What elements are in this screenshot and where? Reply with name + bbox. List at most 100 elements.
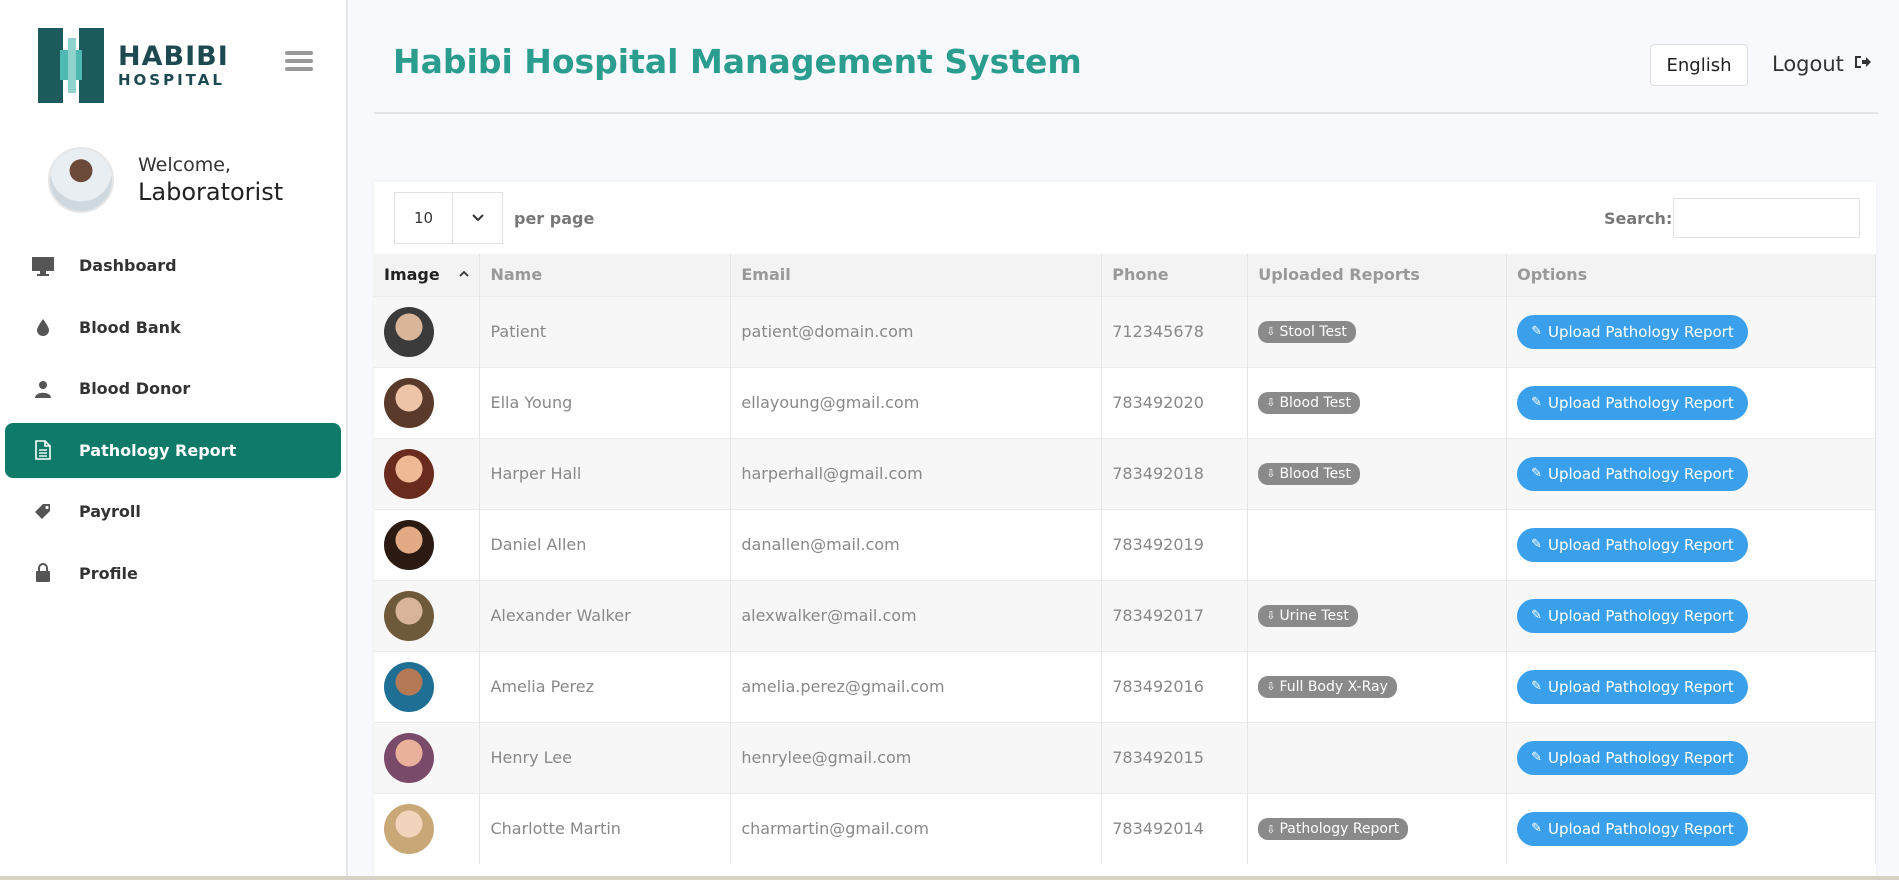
download-report-badge[interactable]: ⇩ Urine Test (1258, 604, 1358, 627)
hospital-logo[interactable]: HABIBI HOSPITAL (38, 28, 229, 103)
patient-avatar (384, 661, 434, 712)
table-row: Amelia Perez amelia.perez@gmail.com 7834… (374, 650, 1876, 722)
email-cell: ellayoung@gmail.com (730, 366, 1103, 438)
table-row: Harper Hall harperhall@gmail.com 7834920… (374, 437, 1876, 509)
image-cell (374, 437, 481, 509)
name-cell: Patient (479, 295, 732, 367)
options-cell: ✎ Upload Pathology Report (1506, 366, 1876, 438)
download-icon: ⇩ (1266, 467, 1276, 481)
logo-cross-icon (38, 28, 104, 103)
search-input[interactable] (1673, 198, 1860, 238)
reports-cell: ⇩ Urine Test (1247, 579, 1508, 651)
chevron-down-icon (453, 193, 502, 243)
sidebar-item-label: Profile (79, 563, 138, 583)
reports-cell: ⇩ Blood Test (1247, 366, 1508, 438)
upload-pathology-report-button[interactable]: ✎ Upload Pathology Report (1517, 669, 1748, 704)
column-header-image[interactable]: Image (374, 254, 481, 296)
tag-icon (29, 501, 57, 523)
patient-avatar (384, 803, 434, 854)
name-cell: Amelia Perez (479, 650, 732, 722)
sidebar-item-label: Blood Donor (79, 379, 191, 398)
document-icon (29, 439, 57, 461)
email-cell: harperhall@gmail.com (730, 437, 1103, 509)
upload-pathology-report-button[interactable]: ✎ Upload Pathology Report (1517, 527, 1748, 562)
search-label: Search: (1604, 209, 1673, 228)
upload-pathology-report-button[interactable]: ✎ Upload Pathology Report (1517, 740, 1748, 775)
menu-toggle-icon[interactable] (285, 51, 313, 71)
logout-button[interactable]: Logout (1772, 52, 1872, 76)
column-header-options[interactable]: Options (1506, 254, 1876, 296)
upload-pathology-report-button[interactable]: ✎ Upload Pathology Report (1517, 314, 1748, 349)
pencil-icon: ✎ (1531, 395, 1543, 410)
image-cell (374, 366, 481, 438)
per-page-select[interactable]: 10 (394, 192, 503, 244)
sidebar-item-blood-bank[interactable]: Blood Bank (5, 300, 341, 355)
name-cell: Charlotte Martin (479, 792, 732, 864)
language-button[interactable]: English (1650, 44, 1748, 86)
upload-pathology-report-button[interactable]: ✎ Upload Pathology Report (1517, 811, 1748, 846)
options-cell: ✎ Upload Pathology Report (1506, 792, 1876, 864)
logo-line2: HOSPITAL (118, 71, 225, 89)
download-report-badge[interactable]: ⇩ Pathology Report (1258, 818, 1409, 840)
table-row: Patient patient@domain.com 712345678 ⇩ St… (374, 295, 1876, 367)
sign-out-icon (1854, 54, 1872, 75)
download-icon: ⇩ (1266, 325, 1276, 339)
image-cell (374, 721, 481, 793)
download-icon: ⇩ (1266, 680, 1276, 694)
column-header-email[interactable]: Email (730, 254, 1103, 296)
sidebar-item-blood-donor[interactable]: Blood Donor (5, 361, 341, 416)
download-report-badge[interactable]: ⇩ Blood Test (1258, 462, 1360, 485)
reports-cell: ⇩ Stool Test (1247, 295, 1508, 367)
column-header-phone[interactable]: Phone (1101, 254, 1249, 296)
upload-pathology-report-button[interactable]: ✎ Upload Pathology Report (1517, 456, 1748, 491)
name-cell: Ella Young (479, 366, 732, 438)
image-cell (374, 579, 481, 651)
image-cell (374, 508, 481, 580)
upload-pathology-report-button[interactable]: ✎ Upload Pathology Report (1517, 598, 1748, 633)
table-row: Alexander Walker alexwalker@mail.com 783… (374, 579, 1876, 651)
name-cell: Alexander Walker (479, 579, 732, 651)
sidebar-item-pathology-report[interactable]: Pathology Report (5, 422, 341, 478)
table-row: Henry Lee henrylee@gmail.com 783492015 ✎… (374, 721, 1876, 793)
options-cell: ✎ Upload Pathology Report (1506, 437, 1876, 509)
reports-cell: ⇩ Pathology Report (1247, 792, 1508, 864)
user-block: Welcome, Laboratorist (48, 147, 283, 213)
pencil-icon: ✎ (1531, 324, 1543, 339)
options-cell: ✎ Upload Pathology Report (1506, 721, 1876, 793)
patient-avatar (384, 306, 434, 357)
monitor-icon (29, 255, 57, 277)
user-icon (29, 378, 57, 400)
sidebar-item-label: Pathology Report (79, 440, 237, 460)
email-cell: alexwalker@mail.com (730, 579, 1103, 651)
sidebar-item-label: Dashboard (79, 256, 177, 275)
pencil-icon: ✎ (1531, 466, 1543, 481)
sidebar-item-dashboard[interactable]: Dashboard (5, 238, 341, 293)
email-cell: patient@domain.com (730, 295, 1103, 367)
per-page-label: per page (514, 209, 595, 228)
patient-avatar (384, 732, 434, 783)
patients-table-body: Patient patient@domain.com 712345678 ⇩ St… (374, 295, 1876, 864)
reports-cell (1247, 721, 1508, 793)
upload-pathology-report-button[interactable]: ✎ Upload Pathology Report (1517, 385, 1748, 420)
download-report-badge[interactable]: ⇩ Stool Test (1258, 320, 1356, 343)
column-header-name[interactable]: Name (479, 254, 732, 296)
image-cell (374, 792, 481, 864)
download-report-badge[interactable]: ⇩ Full Body X-Ray (1258, 675, 1397, 698)
patient-avatar (384, 377, 434, 428)
sidebar-item-payroll[interactable]: Payroll (5, 484, 341, 539)
lock-icon (29, 562, 57, 584)
image-cell (374, 295, 481, 367)
column-header-uploaded-reports[interactable]: Uploaded Reports (1247, 254, 1508, 296)
phone-cell: 783492014 (1101, 792, 1249, 864)
sidebar-item-profile[interactable]: Profile (5, 546, 341, 601)
options-cell: ✎ Upload Pathology Report (1506, 650, 1876, 722)
table-row: Charlotte Martin charmartin@gmail.com 78… (374, 792, 1876, 864)
sidebar: HABIBI HOSPITAL Welcome, Laboratorist Da… (0, 0, 348, 880)
reports-cell: ⇩ Full Body X-Ray (1247, 650, 1508, 722)
sort-ascending-icon (459, 266, 470, 280)
name-cell: Harper Hall (479, 437, 732, 509)
logout-label: Logout (1772, 52, 1844, 76)
patients-table: Image Name Email Phone Uploaded Reports … (374, 254, 1876, 864)
welcome-text: Welcome, (138, 154, 231, 176)
download-report-badge[interactable]: ⇩ Blood Test (1258, 391, 1360, 414)
